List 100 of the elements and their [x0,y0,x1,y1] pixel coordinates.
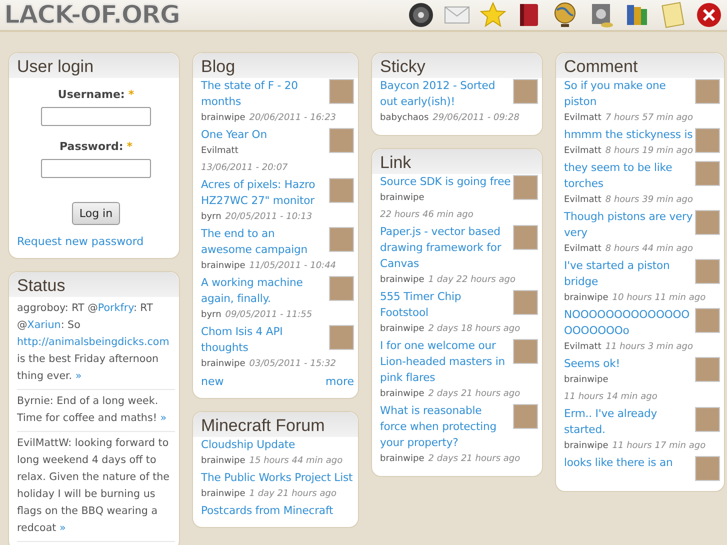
post-title-link[interactable]: Cloudship Update [201,437,354,453]
status-text: Byrnie: End of a long week. Time for coffee and maths! » [17,390,175,432]
panel-title: Comment [564,56,639,78]
post-date: 2 days 21 hours ago [428,453,520,466]
status-link[interactable]: » [75,370,82,382]
post-title-link[interactable]: Source SDK is going free [380,174,538,190]
avatar-photo [695,259,720,284]
post-title-link[interactable]: Though pistons are very very [564,209,720,241]
author-name: Evilmatt [564,195,602,205]
post-title-link[interactable]: Chom Isis 4 API thoughts [201,324,354,356]
close-icon[interactable] [695,1,723,29]
post-title-link[interactable]: Acres of pixels: Hazro HZ27WC 27" monitor [201,177,354,209]
star-icon[interactable] [479,1,507,29]
avatar-photo [513,404,538,429]
post-date: 10 hours 11 min ago [612,292,706,305]
post-date: 09/05/2011 - 11:55 [225,309,312,322]
request-password-link[interactable]: Request new password [17,235,144,248]
post-title-link[interactable]: What is reasonable force when protecting your property? [380,403,538,451]
author-name: brainwipe [380,324,424,334]
author-name: byrn [201,212,222,222]
post-title-link[interactable]: The state of F - 20 months [201,78,354,110]
post-date: 13/06/2011 - 20:07 [201,162,288,175]
author-name: brainwipe [201,359,246,369]
post-title-link[interactable]: looks like there is an [564,455,720,471]
post-title-link[interactable]: A working machine again, finally. [201,275,354,307]
post-date: 1 day 22 hours ago [428,274,516,287]
required-mark: * [126,140,132,153]
post-date: 2 days 18 hours ago [428,323,520,336]
post-date: 11 hours 3 min ago [605,341,693,354]
avatar-photo [513,290,538,315]
status-link[interactable]: http://animalsbeingdicks.com [17,336,170,348]
post-date: 22 hours 46 min ago [380,209,474,222]
post-date: 2 days 21 hours ago [428,388,520,401]
avatar-photo [329,79,354,104]
avatar-photo [329,178,354,203]
input-field[interactable] [41,107,151,126]
post-title-link[interactable]: Baycon 2012 - Sorted out early(ish)! [380,78,538,110]
author-name: Evilmatt [564,146,602,156]
author-name: babychaos [380,113,429,123]
post-date: 03/05/2011 - 15:32 [249,358,336,371]
avatar-photo [329,227,354,252]
post-title-link[interactable]: Postcards from Minecraft [201,503,354,519]
post-date: 11 hours 17 min ago [612,440,706,453]
post-title-link[interactable]: The end to an awesome campaign [201,226,354,258]
avatar-photo [329,325,354,350]
post-date: 11/05/2011 - 10:44 [249,260,336,273]
status-link[interactable]: » [59,522,66,534]
author-name: Evilmatt [564,113,602,123]
avatar-photo [695,456,720,481]
status-link[interactable]: Porkfry [98,302,134,314]
avatar-photo [695,161,720,186]
avatar-photo [513,225,538,250]
panel-title: User login [17,56,95,78]
post-title-link[interactable]: Paper.js - vector based drawing framework for Canvas [380,224,538,272]
author-name: brainwipe [564,441,608,451]
status-link[interactable]: Xariun [27,319,61,331]
avatar-photo [513,339,538,364]
post-title-link[interactable]: One Year On [201,127,354,143]
post-title-link[interactable]: 555 Timer Chip Footstool [380,289,538,321]
post-date: 7 hours 57 min ago [605,112,693,125]
post-title-link[interactable]: hmmm the stickyness is [564,127,720,143]
input-field[interactable] [41,159,151,178]
panel-title: Link [380,152,412,174]
author-name: Evilmatt [564,244,602,254]
post-title-link[interactable]: NOOOOOOOOOOOOOOOOOOOOOo [564,307,720,339]
post-title-link[interactable]: I've started a piston bridge [564,258,720,290]
avatar-photo [695,79,720,104]
status-link[interactable]: » [160,412,167,424]
post-date: 15 hours 44 min ago [249,455,343,468]
post-title-link[interactable]: they seem to be like torches [564,160,720,192]
avatar-photo [513,175,538,200]
author-name: Evilmatt [201,146,238,156]
footer-link[interactable]: new [201,373,224,390]
post-title-link[interactable]: Seems ok! [564,356,720,372]
post-title-link[interactable]: Erm.. I've already started. [564,406,720,438]
field-label: Username: [58,88,125,101]
author-name: brainwipe [380,193,424,203]
post-title-link[interactable]: The Public Works Project List [201,470,354,486]
post-title-link[interactable]: I for one welcome our Lion-headed masters in pink flares [380,338,538,386]
panel-title: Minecraft Forum [201,415,326,437]
panel-title: Status [17,275,66,297]
footer-link[interactable]: more [326,373,354,390]
post-date: 8 hours 39 min ago [605,194,693,207]
avatar-photo [695,128,720,153]
post-date: 29/06/2011 - 09:28 [432,112,520,125]
avatar-photo [329,276,354,301]
disc-icon[interactable] [407,1,435,29]
avatar-photo [695,407,720,432]
login-button[interactable]: Log in [72,202,120,225]
post-title-link[interactable]: So if you make one piston [564,78,720,110]
required-mark: * [128,88,134,101]
panel-title: Sticky [380,56,426,78]
avatar-photo [695,308,720,333]
post-date: 20/06/2011 - 16:23 [249,112,336,125]
author-name: brainwipe [564,293,608,303]
post-date: 20/05/2011 - 10:13 [225,211,312,224]
author-name: brainwipe [201,456,246,466]
author-name: Evilmatt [564,342,602,352]
author-name: brainwipe [564,375,608,385]
panel-title: Blog [201,56,236,78]
